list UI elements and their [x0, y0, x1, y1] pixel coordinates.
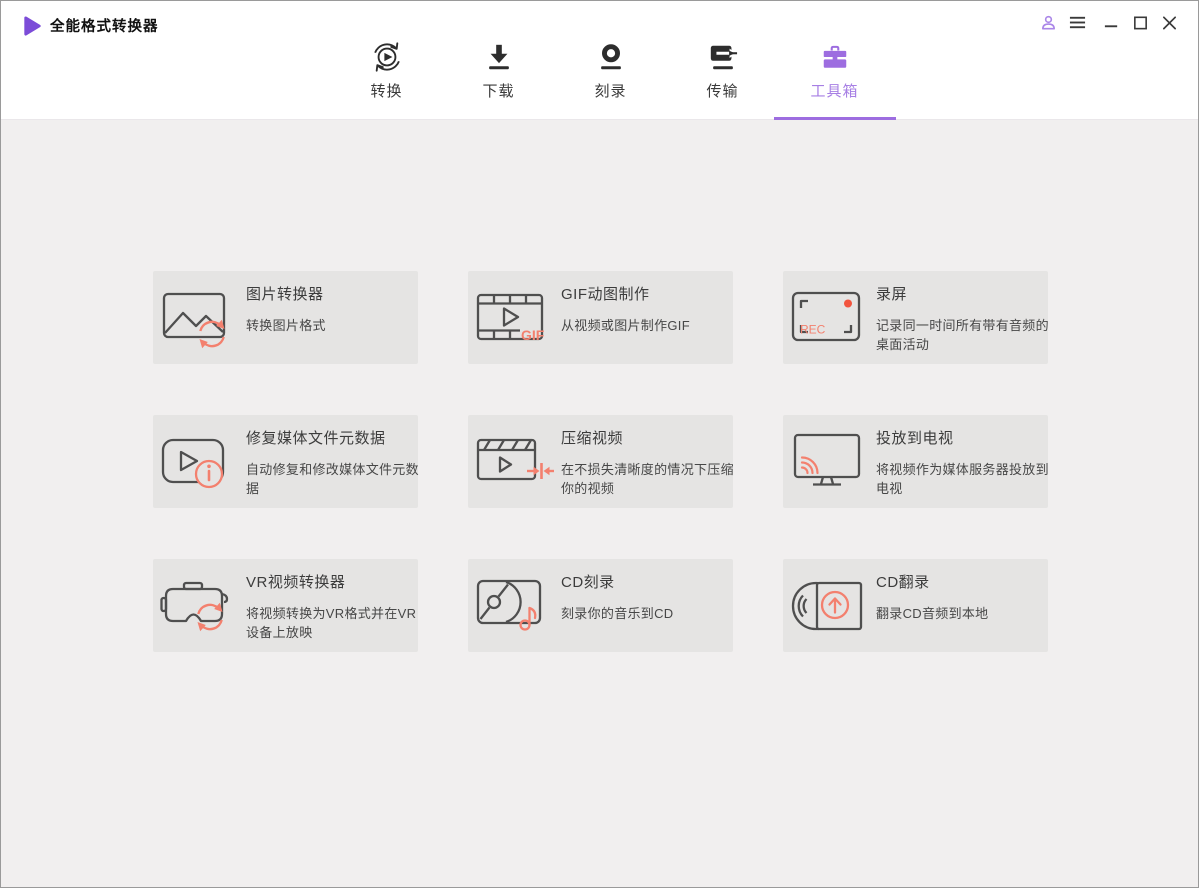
download-icon	[484, 42, 514, 72]
gif-maker-icon	[475, 287, 555, 349]
tool-title: 投放到电视	[876, 430, 954, 447]
tool-desc: 刻录你的音乐到CD	[561, 606, 674, 621]
burn-icon	[596, 42, 626, 72]
tool-desc: 翻录CD音频到本地	[876, 606, 989, 621]
tab-burn[interactable]: 刻录	[555, 41, 667, 120]
compress-video-icon	[475, 431, 555, 493]
tool-title: 压缩视频	[561, 430, 624, 447]
tool-title: CD刻录	[561, 574, 615, 591]
header: 全能格式转换器 转换 下载 刻录 传输 工具箱	[1, 1, 1198, 120]
play-triangle-logo	[23, 16, 42, 36]
transfer-icon	[708, 42, 738, 72]
tool-title: GIF动图制作	[561, 286, 650, 303]
fix-metadata-icon	[160, 431, 240, 493]
maximize-button[interactable]	[1131, 12, 1149, 32]
app-window: 全能格式转换器 转换 下载 刻录 传输 工具箱 图片转换器 转换图片格式 GIF…	[0, 0, 1199, 888]
tab-label: 下载	[482, 83, 515, 100]
main-nav: 转换 下载 刻录 传输 工具箱	[331, 41, 896, 120]
minimize-button[interactable]	[1102, 12, 1120, 32]
tab-label: 刻录	[594, 83, 627, 100]
tab-label: 转换	[370, 83, 403, 100]
toolbox-content: 图片转换器 转换图片格式 GIF动图制作 从视频或图片制作GIF 录屏 记录同一…	[1, 120, 1198, 887]
app-identity: 全能格式转换器	[23, 15, 159, 36]
tool-desc: 记录同一时间所有带有音频的桌面活动	[876, 318, 1049, 352]
tool-card-image-converter[interactable]: 图片转换器 转换图片格式	[153, 271, 418, 364]
minimize-icon	[1103, 14, 1120, 31]
close-icon	[1161, 14, 1178, 31]
tool-card-fix-metadata[interactable]: 修复媒体文件元数据 自动修复和修改媒体文件元数据	[153, 415, 419, 508]
app-title: 全能格式转换器	[50, 19, 159, 35]
toolbox-icon	[820, 42, 850, 72]
tool-title: 图片转换器	[246, 286, 324, 303]
tool-card-screen-recorder[interactable]: 录屏 记录同一时间所有带有音频的桌面活动	[783, 271, 1049, 364]
tool-card-cd-ripper[interactable]: CD翻录 翻录CD音频到本地	[783, 559, 1048, 652]
screen-recorder-icon	[790, 287, 870, 349]
tool-desc: 自动修复和修改媒体文件元数据	[246, 462, 419, 496]
window-controls	[1028, 12, 1178, 32]
tool-title: VR视频转换器	[246, 574, 346, 591]
tool-card-cd-burner[interactable]: CD刻录 刻录你的音乐到CD	[468, 559, 733, 652]
user-button[interactable]	[1039, 12, 1057, 32]
tool-desc: 将视频作为媒体服务器投放到电视	[876, 462, 1049, 496]
menu-button[interactable]	[1068, 12, 1086, 32]
tool-desc: 将视频转换为VR格式并在VR设备上放映	[246, 606, 417, 640]
tab-label: 工具箱	[810, 83, 859, 100]
image-converter-icon	[160, 287, 240, 349]
cd-rip-icon	[790, 575, 870, 637]
maximize-icon	[1132, 14, 1149, 31]
tab-toolbox[interactable]: 工具箱	[773, 41, 896, 120]
tool-card-video-compressor[interactable]: 压缩视频 在不损失清晰度的情况下压缩你的视频	[468, 415, 734, 508]
close-button[interactable]	[1160, 12, 1178, 32]
tools-grid: 图片转换器 转换图片格式 GIF动图制作 从视频或图片制作GIF 录屏 记录同一…	[153, 271, 1049, 652]
tool-card-gif-maker[interactable]: GIF动图制作 从视频或图片制作GIF	[468, 271, 733, 364]
tool-desc: 转换图片格式	[246, 318, 326, 333]
tab-convert[interactable]: 转换	[331, 41, 443, 120]
user-icon	[1040, 14, 1057, 31]
tool-desc: 从视频或图片制作GIF	[561, 318, 690, 333]
tool-desc: 在不损失清晰度的情况下压缩你的视频	[561, 462, 734, 496]
tab-label: 传输	[706, 83, 739, 100]
tool-card-vr-converter[interactable]: VR视频转换器 将视频转换为VR格式并在VR设备上放映	[153, 559, 418, 652]
tool-title: 录屏	[876, 286, 908, 303]
tool-title: 修复媒体文件元数据	[246, 430, 386, 447]
tool-card-cast-to-tv[interactable]: 投放到电视 将视频作为媒体服务器投放到电视	[783, 415, 1049, 508]
vr-converter-icon	[160, 575, 240, 637]
convert-icon	[372, 42, 402, 72]
tab-transfer[interactable]: 传输	[667, 41, 779, 120]
cd-burn-icon	[475, 575, 555, 637]
menu-icon	[1069, 14, 1086, 31]
tab-download[interactable]: 下载	[443, 41, 555, 120]
cast-to-tv-icon	[790, 431, 870, 493]
tool-title: CD翻录	[876, 574, 930, 591]
